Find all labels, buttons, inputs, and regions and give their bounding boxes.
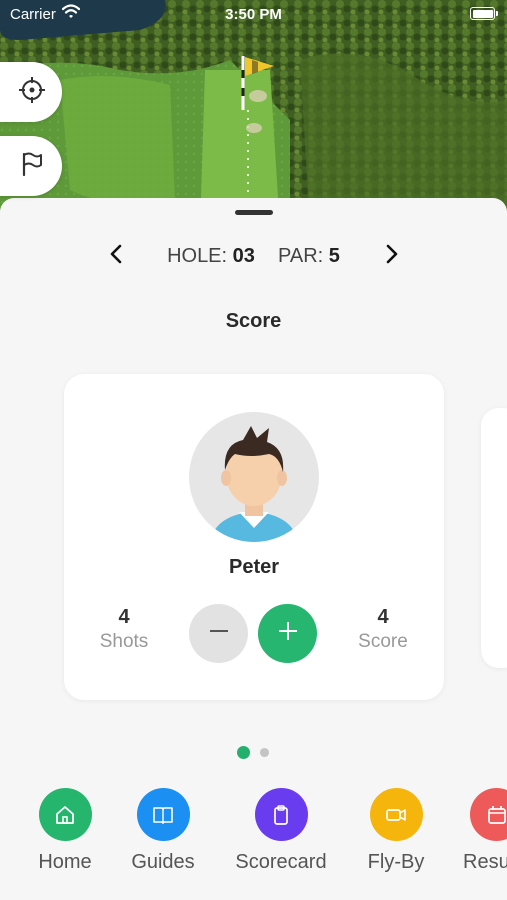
home-icon	[38, 788, 92, 841]
clipboard-icon	[254, 788, 308, 841]
video-camera-icon	[369, 788, 423, 841]
hole-number: 03	[232, 245, 255, 267]
section-title: Score	[225, 310, 282, 332]
hole-navigator: HOLE: 03 PAR: 5	[0, 240, 507, 270]
crosshair-icon	[18, 76, 46, 109]
score-value: 4	[377, 606, 389, 628]
nav-item-scorecard[interactable]: Scorecard	[226, 788, 336, 874]
status-bar: Carrier 3:50 PM	[0, 0, 507, 30]
next-hole-button[interactable]	[380, 244, 404, 268]
hole-info: HOLE: 03 PAR: 5	[0, 245, 507, 268]
minus-icon	[208, 620, 230, 647]
shots-value: 4	[118, 606, 130, 628]
sheet-drag-handle[interactable]	[235, 210, 273, 215]
nav-item-fly-by[interactable]: Fly-By	[341, 788, 451, 874]
page-dot[interactable]	[259, 747, 269, 758]
nav-label-home: Home	[38, 851, 92, 873]
par-number: 5	[328, 245, 340, 267]
score-label: Score	[358, 631, 408, 652]
nav-item-guides[interactable]: Guides	[108, 788, 218, 874]
flag-button[interactable]	[0, 136, 62, 196]
nav-item-results[interactable]: Resu	[441, 788, 507, 874]
score-sheet: HOLE: 03 PAR: 5 Score Peter 4 Shots 4 Sc…	[0, 198, 507, 900]
nav-label-fly-by: Fly-By	[367, 851, 425, 873]
decrease-shots-button[interactable]	[189, 604, 248, 663]
increase-shots-button[interactable]	[258, 604, 317, 663]
battery-icon	[470, 7, 498, 20]
page-indicator	[0, 746, 507, 759]
nav-item-home[interactable]: Home	[10, 788, 120, 874]
clock: 3:50 PM	[225, 6, 282, 23]
nav-label-guides: Guides	[131, 851, 195, 873]
nav-label-results: Resu	[463, 851, 507, 873]
shots-label: Shots	[99, 631, 149, 652]
course-map[interactable]	[0, 0, 507, 230]
book-icon	[136, 788, 190, 841]
avatar	[189, 412, 319, 542]
shots-stat: 4 Shots	[79, 606, 169, 653]
chevron-right-icon	[385, 244, 399, 269]
player-name: Peter	[228, 556, 280, 578]
score-stat: 4 Score	[338, 606, 428, 653]
player-score-card[interactable]: Peter 4 Shots 4 Score	[64, 374, 444, 700]
plus-icon	[277, 620, 299, 647]
page-dot[interactable]	[236, 746, 250, 759]
par-label: PAR:	[278, 245, 324, 267]
calendar-icon	[470, 788, 507, 841]
nav-label-scorecard: Scorecard	[235, 851, 327, 873]
course-map-image	[0, 0, 507, 230]
flag-icon	[19, 151, 45, 182]
locate-button[interactable]	[0, 62, 62, 122]
next-player-card[interactable]	[481, 408, 507, 668]
hole-label: HOLE:	[167, 245, 228, 267]
bottom-nav: Home Guides Scorecard Fly-By Resu	[0, 788, 507, 900]
